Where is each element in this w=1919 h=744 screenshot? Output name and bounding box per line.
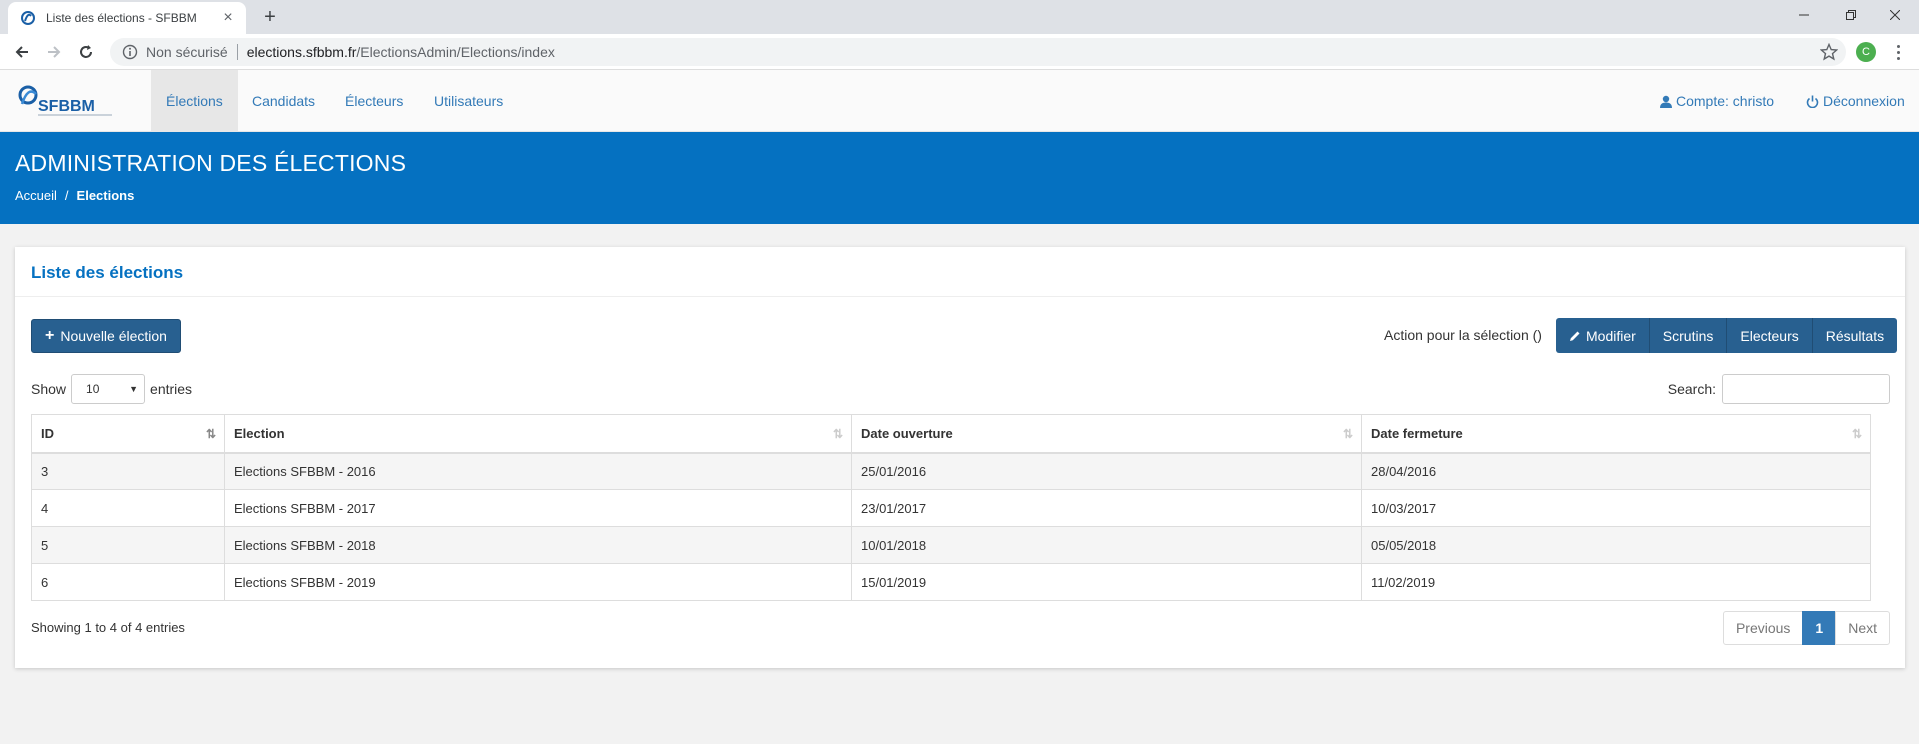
cell-election: Elections SFBBM - 2019: [224, 563, 852, 601]
nav-utilisateurs[interactable]: Utilisateurs: [419, 70, 518, 132]
page-1-button[interactable]: 1: [1802, 611, 1837, 645]
browser-tab[interactable]: Liste des élections - SFBBM ×: [8, 2, 246, 34]
browser-toolbar: Non sécurisé elections.sfbbm.fr/Election…: [0, 34, 1919, 70]
cell-id: 3: [31, 452, 225, 490]
bookmark-star-icon[interactable]: [1820, 43, 1838, 61]
nav-elections[interactable]: Élections: [151, 70, 238, 132]
panel-title: Liste des élections: [31, 263, 184, 282]
cell-id: 6: [31, 563, 225, 601]
breadcrumb-home[interactable]: Accueil: [15, 188, 57, 203]
modify-label: Modifier: [1586, 327, 1636, 344]
back-icon[interactable]: [10, 40, 34, 64]
new-tab-button[interactable]: +: [258, 4, 282, 30]
minimize-icon[interactable]: [1782, 0, 1826, 30]
cell-date-ouverture: 25/01/2016: [851, 452, 1362, 490]
account-link[interactable]: Compte: christo: [1660, 70, 1774, 132]
elections-table: ID ⇅ Election ⇅ Date ouverture ⇅ Date ferme…: [31, 414, 1871, 601]
address-bar[interactable]: Non sécurisé elections.sfbbm.fr/Election…: [110, 38, 1846, 66]
dropdown-caret-icon: ▼: [129, 384, 139, 394]
browser-tab-bar: Liste des élections - SFBBM × +: [0, 0, 1919, 34]
column-header-election[interactable]: Election ⇅: [224, 414, 852, 454]
cell-date-ouverture: 15/01/2019: [851, 563, 1362, 601]
cell-election: Elections SFBBM - 2016: [224, 452, 852, 490]
breadcrumb-separator: /: [64, 188, 69, 203]
panel-header: Liste des élections: [15, 247, 1905, 297]
breadcrumb: Accueil / Elections: [15, 188, 134, 203]
profile-avatar[interactable]: C: [1856, 42, 1876, 62]
cell-election: Elections SFBBM - 2018: [224, 526, 852, 564]
tab-close-icon[interactable]: ×: [216, 9, 240, 27]
new-election-label: Nouvelle élection: [60, 328, 167, 344]
cell-date-fermeture: 10/03/2017: [1361, 489, 1871, 527]
cell-date-ouverture: 10/01/2018: [851, 526, 1362, 564]
nav-electeurs[interactable]: Électeurs: [330, 70, 418, 132]
logout-label: Déconnexion: [1823, 93, 1905, 109]
reload-icon[interactable]: [74, 40, 98, 64]
forward-icon[interactable]: [42, 40, 66, 64]
previous-page-button[interactable]: Previous: [1722, 611, 1804, 645]
cell-date-fermeture: 28/04/2016: [1361, 452, 1871, 490]
insecure-label: Non sécurisé: [146, 44, 228, 60]
sort-asc-icon: ⇅: [205, 427, 216, 441]
nav-candidats[interactable]: Candidats: [237, 70, 330, 132]
tab-title: Liste des élections - SFBBM: [46, 11, 197, 25]
table-row[interactable]: 6 Elections SFBBM - 2019 15/01/2019 11/0…: [31, 563, 1871, 601]
elections-panel: Liste des élections + Nouvelle élection …: [15, 247, 1905, 668]
table-info: Showing 1 to 4 of 4 entries: [31, 620, 185, 635]
url-path: /ElectionsAdmin/Elections/index: [356, 44, 555, 60]
user-icon: [1660, 95, 1672, 108]
sort-icon: ⇅: [1851, 427, 1862, 441]
scrutins-button[interactable]: Scrutins: [1649, 318, 1728, 353]
resultats-button[interactable]: Résultats: [1812, 318, 1898, 353]
logout-link[interactable]: Déconnexion: [1806, 70, 1905, 132]
sort-icon: ⇅: [1342, 427, 1353, 441]
cell-id: 5: [31, 526, 225, 564]
app-navbar: SFBBM Élections Candidats Électeurs Util…: [0, 70, 1919, 132]
table-row[interactable]: 5 Elections SFBBM - 2018 10/01/2018 05/0…: [31, 526, 1871, 564]
plus-icon: +: [45, 327, 55, 344]
new-election-button[interactable]: + Nouvelle élection: [31, 319, 181, 353]
browser-menu-icon[interactable]: [1890, 42, 1906, 62]
sfbbm-favicon-icon: [21, 11, 35, 25]
cell-date-fermeture: 05/05/2018: [1361, 526, 1871, 564]
breadcrumb-current: Elections: [76, 188, 135, 203]
cell-election: Elections SFBBM - 2017: [224, 489, 852, 527]
cell-date-ouverture: 23/01/2017: [851, 489, 1362, 527]
table-row[interactable]: 3 Elections SFBBM - 2016 25/01/2016 28/0…: [31, 452, 1871, 490]
cell-id: 4: [31, 489, 225, 527]
electeurs-button[interactable]: Electeurs: [1727, 318, 1813, 353]
sfbbm-logo[interactable]: SFBBM: [16, 82, 116, 118]
page-header-banner: ADMINISTRATION DES ÉLECTIONS Accueil / E…: [0, 132, 1919, 224]
pagination: Previous 1 Next: [1722, 611, 1890, 645]
restore-icon[interactable]: [1829, 0, 1873, 30]
table-search: Search:: [1668, 374, 1890, 404]
next-page-button[interactable]: Next: [1835, 611, 1890, 645]
page-length-control: Show 10 ▼ entries: [31, 374, 192, 404]
account-label: Compte: christo: [1676, 93, 1775, 109]
selection-action-group: Modifier Scrutins Electeurs Résultats: [1556, 318, 1898, 353]
column-header-date-ouverture[interactable]: Date ouverture ⇅: [851, 414, 1362, 454]
pencil-icon: [1570, 331, 1580, 341]
selection-action-label: Action pour la sélection (): [1384, 327, 1542, 343]
search-label: Search:: [1667, 381, 1716, 397]
entries-label: entries: [150, 381, 193, 397]
page-length-select[interactable]: 10 ▼: [71, 374, 146, 404]
info-icon[interactable]: [122, 44, 138, 60]
search-input[interactable]: [1722, 374, 1890, 404]
close-window-icon[interactable]: [1873, 0, 1917, 30]
url-separator: [236, 44, 238, 60]
page-title: ADMINISTRATION DES ÉLECTIONS: [15, 150, 407, 176]
power-icon: [1806, 95, 1819, 108]
table-row[interactable]: 4 Elections SFBBM - 2017 23/01/2017 10/0…: [31, 489, 1871, 527]
url-host: elections.sfbbm.fr: [246, 44, 357, 60]
cell-date-fermeture: 11/02/2019: [1361, 563, 1871, 601]
column-header-date-fermeture[interactable]: Date fermeture ⇅: [1361, 414, 1871, 454]
table-header-row: ID ⇅ Election ⇅ Date ouverture ⇅ Date ferme…: [31, 414, 1871, 454]
page-length-value: 10: [86, 382, 100, 396]
show-label: Show: [31, 381, 67, 397]
column-header-id[interactable]: ID ⇅: [31, 414, 225, 454]
sort-icon: ⇅: [832, 427, 843, 441]
modify-button[interactable]: Modifier: [1556, 318, 1650, 353]
logo-text: SFBBM: [38, 98, 95, 115]
